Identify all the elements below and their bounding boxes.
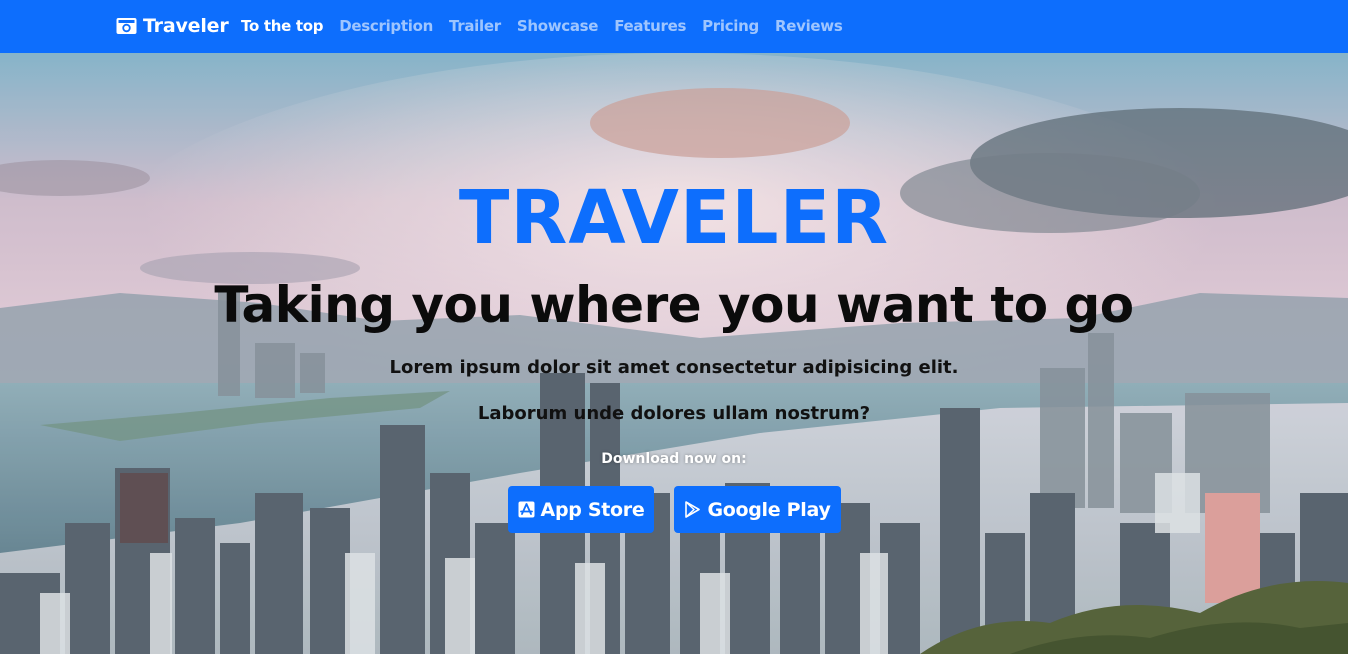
brand-name: Traveler	[143, 15, 229, 37]
google-play-icon	[685, 501, 701, 518]
brand-link[interactable]: Traveler	[116, 12, 229, 40]
hero-content: TRAVELER Taking you where you want to go…	[0, 53, 1348, 654]
nav-link-pricing[interactable]: Pricing	[702, 17, 759, 35]
camera-icon	[116, 18, 137, 34]
nav-link-showcase[interactable]: Showcase	[517, 17, 599, 35]
app-store-button[interactable]: App Store	[508, 486, 654, 533]
google-play-label: Google Play	[707, 498, 831, 521]
download-label: Download now on:	[601, 451, 747, 467]
google-play-button[interactable]: Google Play	[674, 486, 841, 533]
hero-description-line-2: Laborum unde dolores ullam nostrum?	[477, 403, 871, 424]
hero-title: TRAVELER	[458, 175, 890, 261]
nav-link-reviews[interactable]: Reviews	[775, 17, 843, 35]
hero-description-line-1: Lorem ipsum dolor sit amet consectetur a…	[389, 357, 959, 378]
nav-links: To the top Description Trailer Showcase …	[241, 14, 843, 38]
hero-section: TRAVELER Taking you where you want to go…	[0, 53, 1348, 654]
nav-link-to-the-top[interactable]: To the top	[241, 17, 324, 35]
nav-link-trailer[interactable]: Trailer	[449, 17, 501, 35]
nav-link-description[interactable]: Description	[339, 17, 433, 35]
navbar: Traveler To the top Description Trailer …	[0, 0, 1348, 53]
hero-subtitle: Taking you where you want to go	[214, 276, 1134, 334]
nav-link-features[interactable]: Features	[614, 17, 686, 35]
app-store-label: App Store	[540, 498, 645, 521]
app-store-icon	[518, 501, 535, 518]
